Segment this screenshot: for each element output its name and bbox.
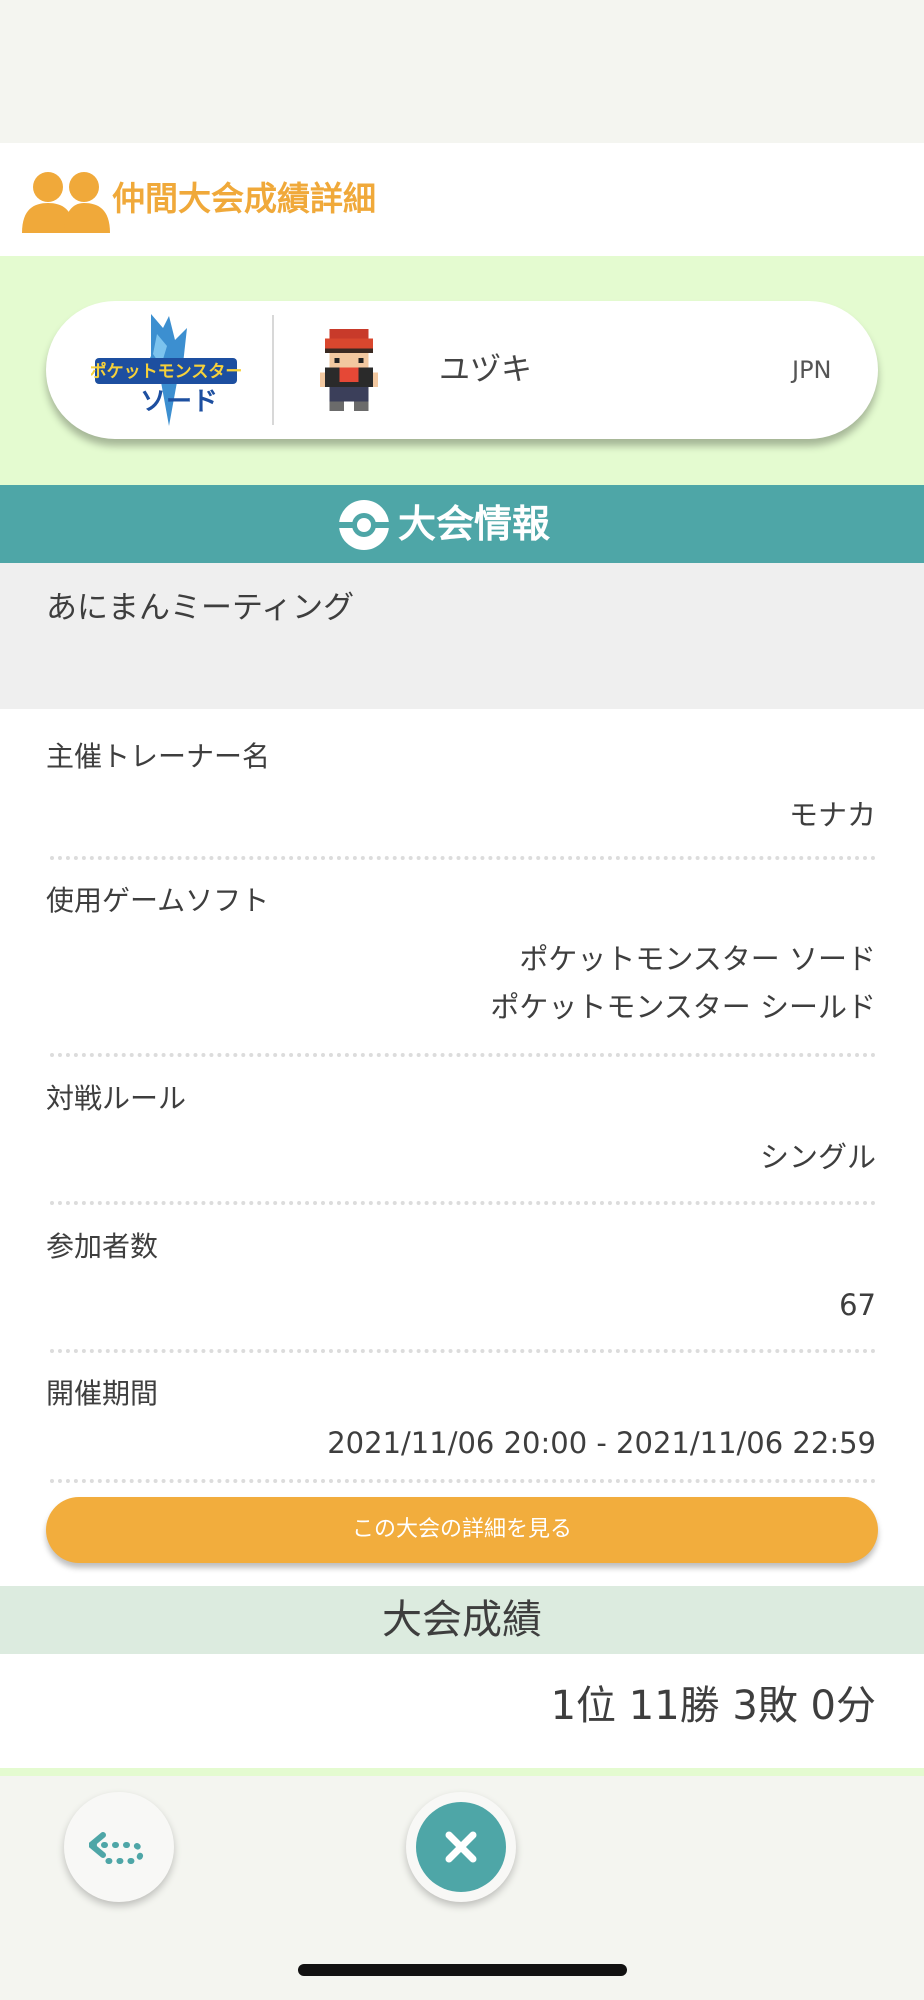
region-code: JPN xyxy=(792,356,832,384)
section-header-tournament-info: 大会情報 xyxy=(0,485,924,563)
value-organizer: モナカ xyxy=(788,798,876,832)
game-logo: ポケットモンスター ソード xyxy=(91,314,241,426)
value-game-software-1: ポケットモンスター ソード xyxy=(519,942,876,976)
trainer-card: ポケットモンスター ソード ユヅキ JPN xyxy=(46,301,878,439)
return-arrow-icon xyxy=(89,1832,144,1864)
results-box: 1位 11勝 3敗 0分 xyxy=(0,1654,924,1768)
dotted-divider xyxy=(50,1201,876,1205)
people-icon xyxy=(22,172,110,233)
label-participants: 参加者数 xyxy=(46,1230,159,1263)
value-period: 2021/11/06 20:00 - 2021/11/06 22:59 xyxy=(327,1426,876,1460)
svg-text:ソード: ソード xyxy=(140,387,218,417)
trainer-name: ユヅキ xyxy=(439,352,532,388)
dotted-divider xyxy=(50,1479,876,1483)
dotted-divider xyxy=(50,1053,876,1057)
label-battle-rule: 対戦ルール xyxy=(46,1082,187,1115)
results-edge xyxy=(0,1768,924,1776)
back-button[interactable] xyxy=(64,1792,174,1902)
tournament-info-list: 主催トレーナー名 モナカ 使用ゲームソフト ポケットモンスター ソード ポケット… xyxy=(0,709,924,1586)
dotted-divider xyxy=(50,1349,876,1353)
dotted-divider xyxy=(50,856,876,860)
view-tournament-details-button[interactable]: この大会の詳細を見る xyxy=(46,1497,878,1563)
label-organizer: 主催トレーナー名 xyxy=(46,740,271,773)
page-header: 仲間大会成績詳細 xyxy=(0,143,924,256)
pokeball-icon xyxy=(339,500,389,550)
label-period: 開催期間 xyxy=(46,1377,159,1410)
tournament-name: あにまんミーティング xyxy=(46,590,355,626)
value-battle-rule: シングル xyxy=(759,1140,876,1174)
home-indicator xyxy=(298,1964,627,1976)
profile-band: ポケットモンスター ソード ユヅキ JPN xyxy=(0,256,924,485)
value-participants: 67 xyxy=(839,1288,876,1322)
section-header-results: 大会成績 xyxy=(0,1586,924,1654)
close-button[interactable] xyxy=(406,1792,516,1902)
section-title: 大会情報 xyxy=(398,502,551,546)
value-game-software-2: ポケットモンスター シールド xyxy=(490,990,876,1024)
page-title: 仲間大会成績詳細 xyxy=(112,179,376,218)
card-divider xyxy=(272,315,274,425)
svg-text:ポケットモンスター: ポケットモンスター xyxy=(91,361,241,382)
label-game-software: 使用ゲームソフト xyxy=(46,884,270,917)
trainer-avatar xyxy=(320,329,378,411)
close-icon xyxy=(445,1831,477,1863)
tournament-name-box: あにまんミーティング xyxy=(0,563,924,709)
results-value: 1位 11勝 3敗 0分 xyxy=(550,1683,876,1729)
results-title: 大会成績 xyxy=(382,1597,542,1643)
close-button-face[interactable] xyxy=(416,1802,506,1892)
